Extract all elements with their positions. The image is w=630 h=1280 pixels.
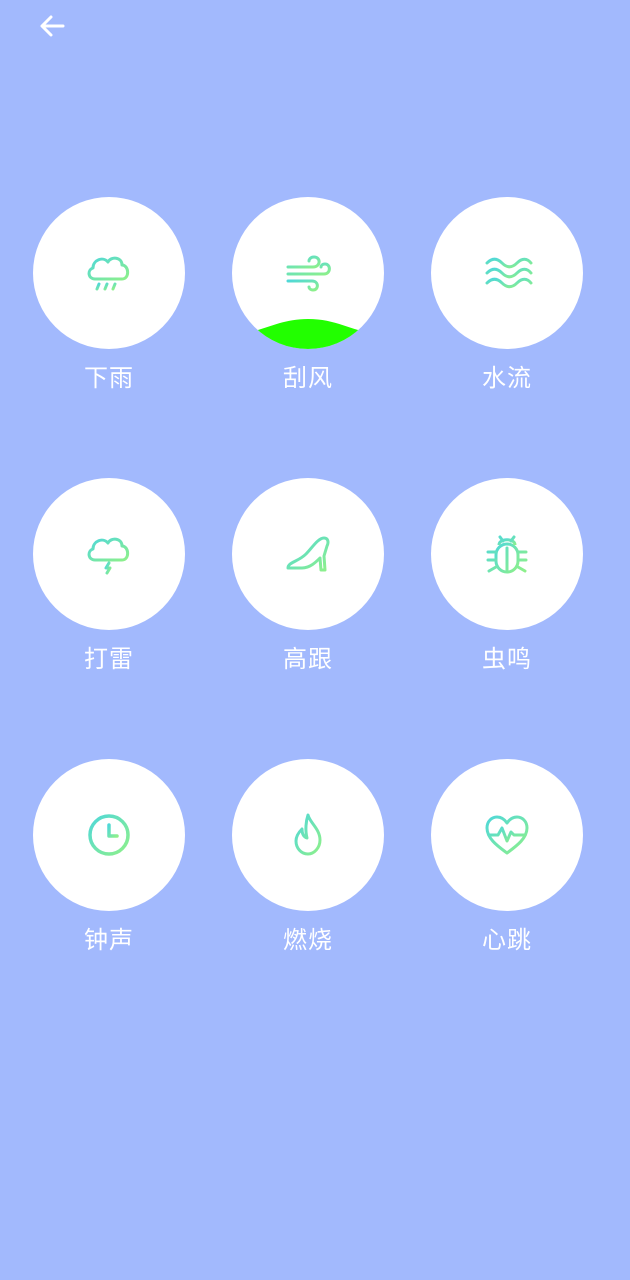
high-heel-icon	[286, 536, 330, 572]
heartbeat-icon	[485, 815, 529, 855]
sound-label: 燃烧	[283, 926, 333, 954]
sound-circle[interactable]	[33, 478, 185, 630]
sound-tile-heartbeat[interactable]: 心跳	[431, 759, 583, 955]
active-level-wave	[232, 319, 384, 349]
sound-circle[interactable]	[431, 478, 583, 630]
sound-circle[interactable]	[431, 759, 583, 911]
sound-label: 心跳	[482, 926, 532, 954]
sound-circle[interactable]	[33, 197, 185, 349]
waves-icon	[485, 257, 533, 289]
sound-label: 水流	[482, 364, 532, 392]
sound-tile-fire[interactable]: 燃烧	[232, 759, 384, 955]
sound-tile-thunder[interactable]: 打雷	[33, 478, 185, 674]
sound-circle[interactable]	[232, 478, 384, 630]
sound-tile-rain[interactable]: 下雨	[33, 197, 185, 393]
sound-tile-insects[interactable]: 虫鸣	[431, 478, 583, 674]
sound-circle[interactable]	[33, 759, 185, 911]
sound-label: 下雨	[84, 364, 134, 392]
thunder-cloud-icon	[87, 537, 130, 575]
sound-tile-heels[interactable]: 高跟	[232, 478, 384, 674]
clock-icon	[88, 814, 130, 856]
sound-tile-wind[interactable]: 刮风	[232, 197, 384, 393]
sound-circle[interactable]	[431, 197, 583, 349]
sound-circle[interactable]	[232, 759, 384, 911]
bug-icon	[486, 535, 528, 574]
sound-label: 钟声	[84, 926, 134, 954]
sound-label: 打雷	[84, 645, 134, 673]
sound-tile-water[interactable]: 水流	[431, 197, 583, 393]
rain-cloud-icon	[87, 256, 130, 291]
flame-icon	[294, 813, 322, 856]
sound-label: 高跟	[283, 645, 333, 673]
sound-label: 虫鸣	[482, 645, 532, 673]
sound-grid: 下雨 刮风 水流 打雷 高跟 虫鸣 钟声 燃烧 心跳	[0, 0, 630, 1280]
sound-label: 刮风	[283, 364, 333, 392]
sound-circle[interactable]	[232, 197, 384, 349]
sound-tile-clock[interactable]: 钟声	[33, 759, 185, 955]
wind-icon	[286, 255, 331, 292]
